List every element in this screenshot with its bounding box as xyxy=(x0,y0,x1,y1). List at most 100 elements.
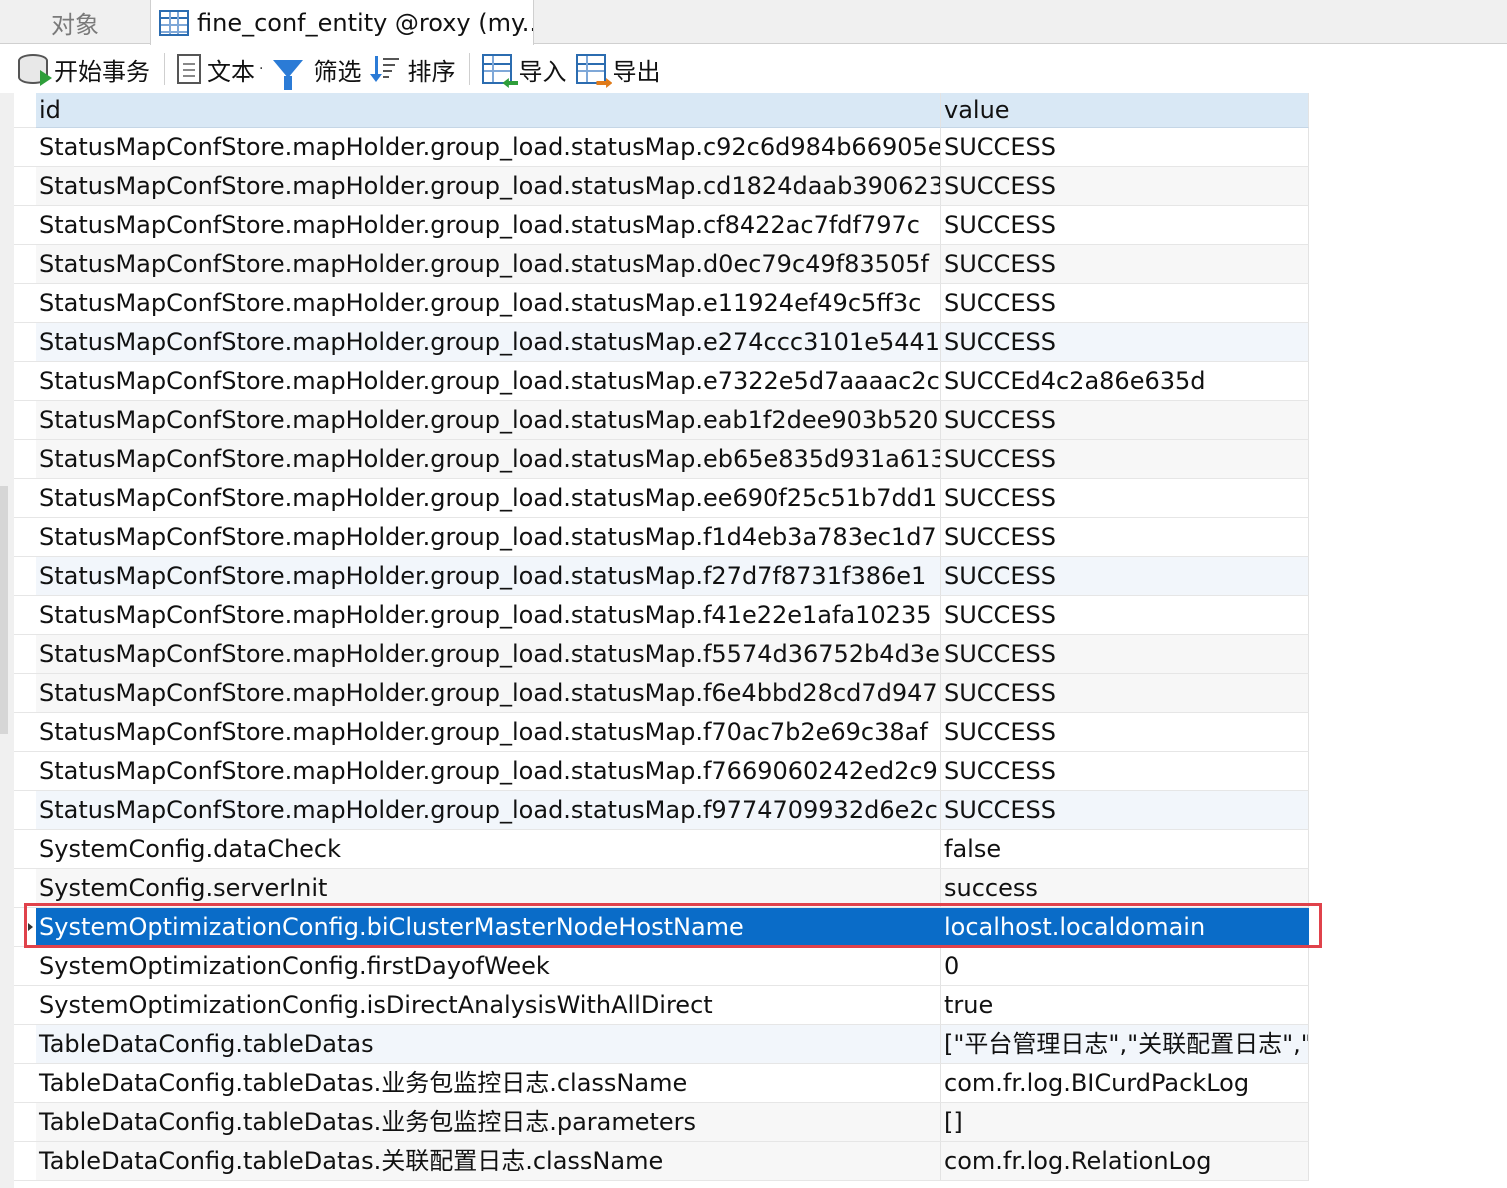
table-row[interactable]: StatusMapConfStore.mapHolder.group_load.… xyxy=(14,479,1309,518)
row-indicator[interactable] xyxy=(14,206,36,245)
cell-id[interactable]: TableDataConfig.tableDatas.业务包监控日志.param… xyxy=(36,1103,941,1142)
table-row[interactable]: StatusMapConfStore.mapHolder.group_load.… xyxy=(14,128,1309,167)
cell-value[interactable]: com.fr.log.BICurdPackLog xyxy=(941,1064,1309,1103)
table-row[interactable]: TableDataConfig.tableDatas.关联配置日志.classN… xyxy=(14,1142,1309,1181)
cell-id[interactable]: StatusMapConfStore.mapHolder.group_load.… xyxy=(36,245,941,284)
cell-value[interactable]: SUCCESS xyxy=(941,323,1309,362)
table-row[interactable]: StatusMapConfStore.mapHolder.group_load.… xyxy=(14,518,1309,557)
cell-id[interactable]: SystemConfig.dataCheck xyxy=(36,830,941,869)
table-row[interactable]: SystemConfig.serverInit success xyxy=(14,869,1309,908)
table-row[interactable]: StatusMapConfStore.mapHolder.group_load.… xyxy=(14,284,1309,323)
cell-value[interactable]: true xyxy=(941,986,1309,1025)
table-row[interactable]: TableDataConfig.tableDatas ["平台管理日志","关联配… xyxy=(14,1025,1309,1064)
row-indicator[interactable] xyxy=(14,1103,36,1142)
cell-id[interactable]: SystemOptimizationConfig.isDirectAnalysi… xyxy=(36,986,941,1025)
begin-transaction-button[interactable]: 开始事务 xyxy=(18,49,150,89)
table-row[interactable]: StatusMapConfStore.mapHolder.group_load.… xyxy=(14,323,1309,362)
filter-button[interactable]: 筛选 xyxy=(273,49,361,90)
tab-fine-conf-entity[interactable]: fine_conf_entity @roxy (my... xyxy=(150,0,534,45)
row-indicator[interactable] xyxy=(14,986,36,1025)
cell-id[interactable]: SystemOptimizationConfig.biClusterMaster… xyxy=(36,908,941,947)
cell-id[interactable]: StatusMapConfStore.mapHolder.group_load.… xyxy=(36,284,941,323)
cell-value[interactable]: SUCCEd4c2a86e635d xyxy=(941,362,1309,401)
cell-id[interactable]: StatusMapConfStore.mapHolder.group_load.… xyxy=(36,167,941,206)
table-row[interactable]: StatusMapConfStore.mapHolder.group_load.… xyxy=(14,440,1309,479)
cell-id[interactable]: StatusMapConfStore.mapHolder.group_load.… xyxy=(36,752,941,791)
sort-button[interactable]: 排序 xyxy=(370,49,455,89)
cell-id[interactable]: StatusMapConfStore.mapHolder.group_load.… xyxy=(36,791,941,830)
vertical-scroll-thumb[interactable] xyxy=(0,486,8,734)
cell-value[interactable]: SUCCESS xyxy=(941,557,1309,596)
cell-id[interactable]: StatusMapConfStore.mapHolder.group_load.… xyxy=(36,518,941,557)
cell-value[interactable]: SUCCESS xyxy=(941,479,1309,518)
row-indicator[interactable] xyxy=(14,323,36,362)
row-indicator[interactable] xyxy=(14,557,36,596)
cell-id[interactable]: StatusMapConfStore.mapHolder.group_load.… xyxy=(36,674,941,713)
dropdown-dot-icon[interactable]: · xyxy=(259,61,263,77)
row-indicator[interactable] xyxy=(14,440,36,479)
row-indicator[interactable] xyxy=(14,791,36,830)
table-row[interactable]: TableDataConfig.tableDatas.业务包监控日志.class… xyxy=(14,1064,1309,1103)
cell-value[interactable]: SUCCESS xyxy=(941,167,1309,206)
table-row[interactable]: StatusMapConfStore.mapHolder.group_load.… xyxy=(14,674,1309,713)
export-button[interactable]: 导出 xyxy=(576,49,660,89)
row-indicator[interactable] xyxy=(14,674,36,713)
cell-id[interactable]: StatusMapConfStore.mapHolder.group_load.… xyxy=(36,128,941,167)
cell-value[interactable]: ["平台管理日志","关联配置日志","札 xyxy=(941,1025,1309,1064)
row-indicator[interactable] xyxy=(14,635,36,674)
cell-value[interactable]: SUCCESS xyxy=(941,128,1309,167)
cell-id[interactable]: StatusMapConfStore.mapHolder.group_load.… xyxy=(36,362,941,401)
cell-id[interactable]: TableDataConfig.tableDatas.业务包监控日志.class… xyxy=(36,1064,941,1103)
cell-id[interactable]: StatusMapConfStore.mapHolder.group_load.… xyxy=(36,596,941,635)
cell-id[interactable]: StatusMapConfStore.mapHolder.group_load.… xyxy=(36,713,941,752)
row-indicator[interactable] xyxy=(14,362,36,401)
cell-id[interactable]: StatusMapConfStore.mapHolder.group_load.… xyxy=(36,557,941,596)
cell-id[interactable]: StatusMapConfStore.mapHolder.group_load.… xyxy=(36,401,941,440)
table-row[interactable]: SystemOptimizationConfig.isDirectAnalysi… xyxy=(14,986,1309,1025)
cell-id[interactable]: StatusMapConfStore.mapHolder.group_load.… xyxy=(36,635,941,674)
cell-value[interactable]: SUCCESS xyxy=(941,596,1309,635)
cell-id[interactable]: SystemConfig.serverInit xyxy=(36,869,941,908)
table-row[interactable]: StatusMapConfStore.mapHolder.group_load.… xyxy=(14,557,1309,596)
cell-value[interactable]: localhost.localdomain xyxy=(941,908,1309,947)
cell-value[interactable]: false xyxy=(941,830,1309,869)
cell-value[interactable]: [] xyxy=(941,1103,1309,1142)
cell-id[interactable]: TableDataConfig.tableDatas.关联配置日志.classN… xyxy=(36,1142,941,1181)
cell-value[interactable]: com.fr.log.RelationLog xyxy=(941,1142,1309,1181)
table-row[interactable]: SystemConfig.dataCheck false xyxy=(14,830,1309,869)
row-indicator[interactable] xyxy=(14,128,36,167)
table-row[interactable]: StatusMapConfStore.mapHolder.group_load.… xyxy=(14,791,1309,830)
table-row[interactable]: StatusMapConfStore.mapHolder.group_load.… xyxy=(14,713,1309,752)
cell-value[interactable]: SUCCESS xyxy=(941,284,1309,323)
row-indicator[interactable] xyxy=(14,245,36,284)
row-indicator[interactable] xyxy=(14,947,36,986)
row-indicator[interactable] xyxy=(14,713,36,752)
tab-objects[interactable]: 对象 xyxy=(0,0,150,44)
cell-value[interactable]: SUCCESS xyxy=(941,635,1309,674)
row-indicator[interactable] xyxy=(14,479,36,518)
row-indicator[interactable] xyxy=(14,1142,36,1181)
cell-value[interactable]: SUCCESS xyxy=(941,713,1309,752)
cell-id[interactable]: TableDataConfig.tableDatas xyxy=(36,1025,941,1064)
table-row[interactable]: StatusMapConfStore.mapHolder.group_load.… xyxy=(14,401,1309,440)
column-header-id[interactable]: id xyxy=(36,93,941,128)
import-button[interactable]: 导入 xyxy=(482,49,566,89)
cell-value[interactable]: SUCCESS xyxy=(941,206,1309,245)
cell-value[interactable]: 0 xyxy=(941,947,1309,986)
text-button[interactable]: 文本 · xyxy=(177,49,263,89)
cell-value[interactable]: SUCCESS xyxy=(941,401,1309,440)
cell-value[interactable]: SUCCESS xyxy=(941,518,1309,557)
table-row[interactable]: StatusMapConfStore.mapHolder.group_load.… xyxy=(14,752,1309,791)
table-row[interactable]: StatusMapConfStore.mapHolder.group_load.… xyxy=(14,596,1309,635)
cell-value[interactable]: SUCCESS xyxy=(941,752,1309,791)
table-row[interactable]: StatusMapConfStore.mapHolder.group_load.… xyxy=(14,635,1309,674)
table-row[interactable]: StatusMapConfStore.mapHolder.group_load.… xyxy=(14,245,1309,284)
cell-value[interactable]: success xyxy=(941,869,1309,908)
cell-value[interactable]: SUCCESS xyxy=(941,791,1309,830)
row-indicator[interactable] xyxy=(14,518,36,557)
cell-id[interactable]: StatusMapConfStore.mapHolder.group_load.… xyxy=(36,206,941,245)
cell-value[interactable]: SUCCESS xyxy=(941,674,1309,713)
row-indicator[interactable] xyxy=(14,1025,36,1064)
cell-id[interactable]: StatusMapConfStore.mapHolder.group_load.… xyxy=(36,323,941,362)
table-row[interactable]: SystemOptimizationConfig.biClusterMaster… xyxy=(14,908,1309,947)
